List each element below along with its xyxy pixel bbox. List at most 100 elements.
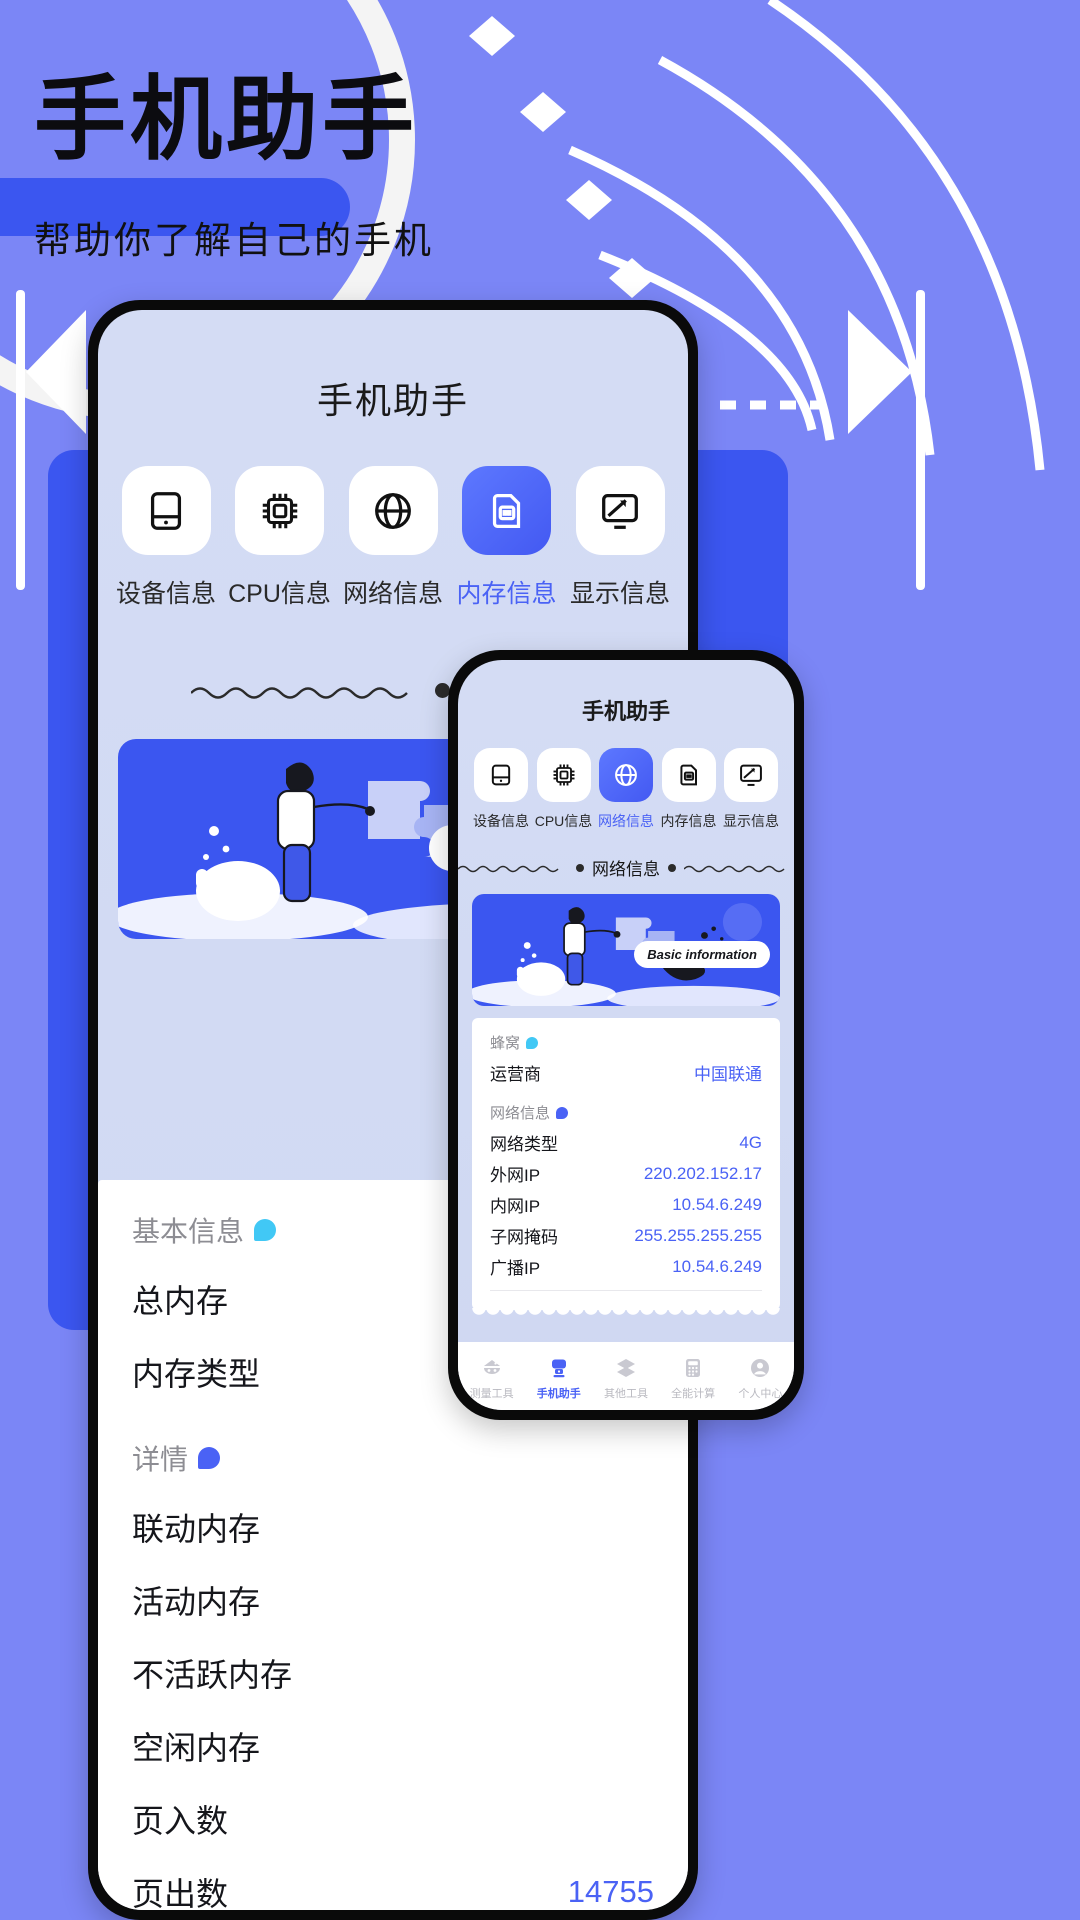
blob-icon xyxy=(198,1447,221,1469)
wavy-line-decoration xyxy=(458,865,559,872)
row-key: 总内存 xyxy=(132,1282,229,1319)
table-row[interactable]: 联动内存 xyxy=(132,1490,654,1563)
row-value: 4G xyxy=(739,1132,762,1152)
illustration-banner-front: Basic information xyxy=(472,894,780,1006)
group-label-text: 网络信息 xyxy=(490,1105,551,1122)
bottom-nav-item-measure[interactable]: 测量工具 xyxy=(463,1356,521,1401)
tab-label: 设备信息 xyxy=(116,580,217,608)
tab-memory-info-front[interactable]: 内存信息 xyxy=(660,748,717,831)
tab-label: 显示信息 xyxy=(723,813,779,829)
sim-card-icon xyxy=(462,466,551,555)
tab-cpu-info-front[interactable]: CPU信息 xyxy=(534,748,593,831)
table-row[interactable]: 不活跃内存 xyxy=(132,1636,654,1709)
group-label-network: 网络信息 xyxy=(490,1102,762,1123)
tab-memory-info-back[interactable]: 内存信息 xyxy=(457,466,557,610)
row-value: 中国联通 xyxy=(694,1065,762,1084)
category-tabs-back: 设备信息 CPU信息 网络信息 内存信息 显示信息 xyxy=(98,424,688,610)
row-key: 内网IP xyxy=(490,1197,541,1216)
row-value: 10.54.6.249 xyxy=(672,1256,762,1276)
page-subtitle: 帮助你了解自己的手机 xyxy=(34,219,434,262)
row-key: 网络类型 xyxy=(490,1135,558,1154)
row-value: 14755 xyxy=(567,1873,654,1909)
row-key: 运营商 xyxy=(490,1065,541,1084)
group-label-text: 详情 xyxy=(132,1444,189,1475)
phone-icon xyxy=(474,748,528,802)
table-row[interactable]: 运营商 中国联通 xyxy=(490,1057,762,1088)
layers-icon xyxy=(616,1358,635,1377)
section-title: 网络信息 xyxy=(592,860,660,879)
phone-screen-network: 手机助手 设备信息 CPU信息 网络信息 内存信息 显示信息 网络信息 Basi… xyxy=(458,660,794,1410)
row-key: 页入数 xyxy=(132,1802,229,1839)
ruler-tools-icon xyxy=(483,1359,500,1374)
bullet-dot xyxy=(434,683,450,698)
cpu-chip-icon xyxy=(536,748,591,802)
hero-block: 手机助手 帮助你了解自己的手机 xyxy=(34,74,434,264)
bottom-nav-item-other-tools[interactable]: 其他工具 xyxy=(597,1356,655,1401)
row-key: 广播IP xyxy=(490,1259,541,1278)
bottom-nav-label: 测量工具 xyxy=(469,1387,514,1400)
bottom-nav-label: 全能计算 xyxy=(671,1387,716,1400)
table-row[interactable]: 空闲内存 xyxy=(132,1709,654,1782)
bottom-nav-label: 其他工具 xyxy=(603,1387,648,1400)
tab-label: 内存信息 xyxy=(456,580,557,608)
table-row[interactable]: 外网IP 220.202.152.17 xyxy=(490,1158,762,1189)
wavy-line-decoration xyxy=(190,686,408,699)
category-tabs-front: 设备信息 CPU信息 网络信息 内存信息 显示信息 xyxy=(458,726,794,831)
bottom-nav-item-calculator[interactable]: 全能计算 xyxy=(664,1356,722,1401)
tab-label: 设备信息 xyxy=(473,813,529,829)
bullet-dot xyxy=(668,863,676,872)
phone-icon xyxy=(121,466,211,555)
blob-icon xyxy=(526,1036,539,1049)
torn-edge-decoration xyxy=(472,1308,780,1321)
row-value: 220.202.152.17 xyxy=(643,1163,762,1183)
row-key: 外网IP xyxy=(490,1166,541,1185)
table-row[interactable]: 网络类型 4G xyxy=(490,1127,762,1158)
tab-display-info-back[interactable]: 显示信息 xyxy=(570,466,670,610)
tab-device-info-front[interactable]: 设备信息 xyxy=(473,748,529,831)
table-row[interactable]: 页入数 xyxy=(132,1782,654,1855)
tab-label: 网络信息 xyxy=(598,813,654,829)
row-value: 255.255.255.255 xyxy=(634,1225,762,1245)
info-sheet-front: 蜂窝 运营商 中国联通 网络信息 网络类型 4G 外网IP 220.202.15… xyxy=(472,1018,780,1310)
tab-device-info-back[interactable]: 设备信息 xyxy=(116,466,216,610)
calculator-icon xyxy=(686,1358,701,1377)
tab-label: 内存信息 xyxy=(660,813,717,829)
divider xyxy=(490,1290,762,1291)
monitor-icon xyxy=(575,466,665,555)
bottom-navigation: 测量工具 手机助手 其他工具 全能计算 个人中心 xyxy=(458,1342,794,1410)
right-bracket-icon xyxy=(848,290,925,590)
blob-icon xyxy=(254,1219,277,1241)
table-row[interactable]: 内网IP 10.54.6.249 xyxy=(490,1189,762,1220)
row-key: 联动内存 xyxy=(132,1510,261,1547)
section-header-front: 网络信息 xyxy=(458,855,794,880)
phone-mockup-network: 手机助手 设备信息 CPU信息 网络信息 内存信息 显示信息 网络信息 Basi… xyxy=(448,650,804,1420)
globe-icon xyxy=(348,466,438,555)
table-row[interactable]: 页出数 14755 xyxy=(132,1855,654,1911)
bottom-nav-label: 手机助手 xyxy=(536,1387,581,1400)
tab-label: CPU信息 xyxy=(534,813,593,829)
tab-cpu-info-back[interactable]: CPU信息 xyxy=(228,466,331,610)
table-row[interactable]: 子网掩码 255.255.255.255 xyxy=(490,1220,762,1251)
row-key: 空闲内存 xyxy=(132,1729,261,1766)
row-key: 活动内存 xyxy=(132,1583,261,1620)
tab-label: 网络信息 xyxy=(343,580,444,608)
bottom-nav-label: 个人中心 xyxy=(738,1387,783,1400)
table-row[interactable]: 广播IP 10.54.6.249 xyxy=(490,1251,762,1282)
row-key: 内存类型 xyxy=(132,1355,261,1392)
tab-label: CPU信息 xyxy=(228,580,331,608)
table-row[interactable]: 活动内存 xyxy=(132,1563,654,1636)
app-title-front: 手机助手 xyxy=(581,699,670,724)
tab-label: 显示信息 xyxy=(570,580,671,608)
tab-network-info-front[interactable]: 网络信息 xyxy=(598,748,654,831)
user-account-icon xyxy=(751,1358,770,1377)
app-title-back: 手机助手 xyxy=(316,380,469,421)
sim-card-icon xyxy=(661,748,716,802)
bottom-nav-item-phone-assistant[interactable]: 手机助手 xyxy=(530,1356,588,1401)
tab-network-info-back[interactable]: 网络信息 xyxy=(343,466,443,610)
tab-display-info-front[interactable]: 显示信息 xyxy=(723,748,779,831)
wavy-line-decoration xyxy=(684,865,785,872)
bottom-nav-item-profile[interactable]: 个人中心 xyxy=(731,1356,789,1401)
page-title: 手机助手 xyxy=(34,66,419,173)
group-label-text: 蜂窝 xyxy=(490,1035,521,1052)
